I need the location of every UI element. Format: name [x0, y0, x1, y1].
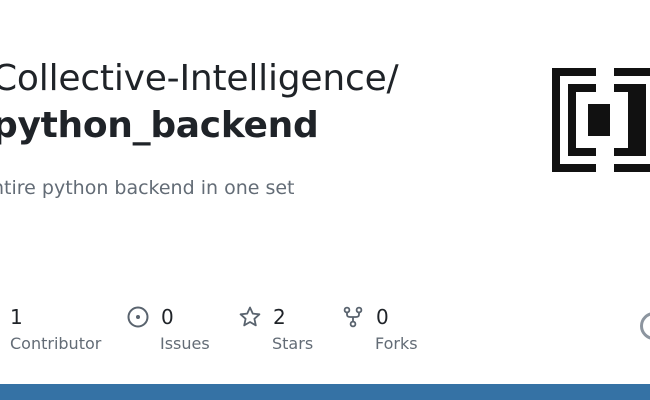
- stat-contributors[interactable]: 1 Contributor: [10, 304, 101, 353]
- repo-name[interactable]: python_backend: [0, 105, 319, 146]
- contributor-label: Contributor: [10, 334, 102, 353]
- forks-label: Forks: [375, 334, 418, 353]
- issues-label: Issues: [160, 334, 210, 353]
- forks-count: 0: [376, 305, 389, 329]
- issues-icon: [127, 306, 149, 328]
- issues-count: 0: [161, 305, 174, 329]
- contributor-count: 1: [10, 305, 23, 329]
- repo-description: ntire python backend in one set: [0, 177, 295, 199]
- stat-issues[interactable]: 0 Issues: [127, 304, 210, 353]
- stars-label: Stars: [272, 334, 314, 353]
- repo-social-card: Collective-Intelligence/ python_backend …: [0, 0, 650, 400]
- fork-icon: [343, 306, 363, 328]
- language-bar: [0, 384, 650, 400]
- stat-stars[interactable]: 2 Stars: [239, 304, 313, 353]
- star-icon: [239, 306, 261, 327]
- github-mark-icon: [640, 312, 650, 340]
- organization-logo: [552, 68, 650, 172]
- stat-forks[interactable]: 0 Forks: [342, 304, 418, 353]
- repo-owner[interactable]: Collective-Intelligence/: [0, 58, 399, 99]
- stars-count: 2: [273, 305, 286, 329]
